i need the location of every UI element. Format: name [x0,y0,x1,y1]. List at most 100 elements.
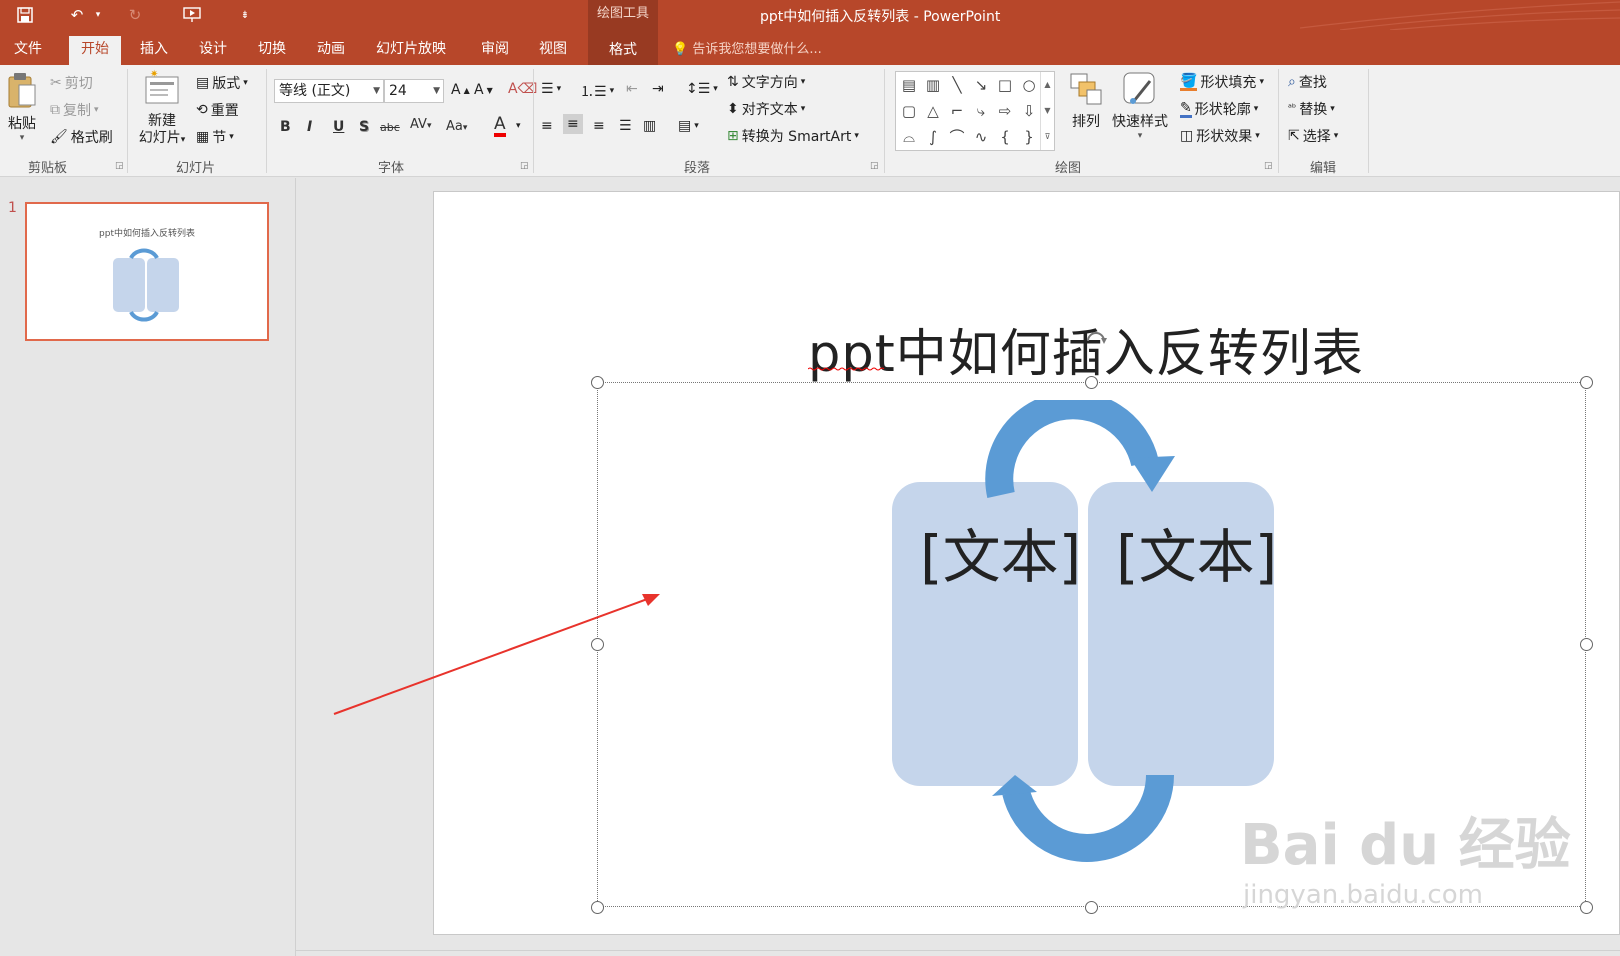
arrow-line-shape-icon[interactable]: ↘ [970,74,992,96]
convert-smartart-button[interactable]: ⊞ 转换为 SmartArt ▾ [727,126,859,146]
resize-handle-bottom[interactable] [1085,901,1098,914]
undo-icon[interactable]: ↶ [66,4,88,26]
cut-button[interactable]: ✂ 剪切 [50,73,93,93]
tab-slideshow[interactable]: 幻灯片放映 [364,36,458,65]
font-name-combo[interactable]: 等线 (正文) ▼ [274,79,384,103]
quick-styles-dropdown-icon[interactable]: ▾ [1108,131,1172,141]
tab-view[interactable]: 视图 [527,36,579,65]
decrease-indent-icon[interactable]: ⇤ [626,81,638,97]
columns-icon[interactable]: ▤ ▾ [678,118,699,134]
shadow-button[interactable]: S [359,119,369,135]
shape-fill-button[interactable]: 🪣 形状填充 ▾ [1180,72,1264,92]
find-button[interactable]: ⌕ 查找 [1288,72,1327,92]
text-direction-button[interactable]: ⇅ 文字方向 ▾ [727,72,805,92]
align-center-icon[interactable]: ≡ [563,114,583,134]
select-button[interactable]: ⇱ 选择 ▾ [1288,126,1338,146]
start-slideshow-icon[interactable] [180,4,204,26]
undo-dropdown-icon[interactable]: ▾ [92,4,104,26]
copy-button[interactable]: ⧉ 复制 ▾ [50,100,99,120]
right-brace-shape-icon[interactable]: } [1018,126,1040,148]
rotate-handle-icon[interactable] [1081,326,1111,352]
decrease-font-icon[interactable]: A ▼ [474,82,493,98]
tab-transitions[interactable]: 切换 [246,36,298,65]
freeform-shape-icon[interactable]: ⌓ [898,126,920,148]
resize-handle-top[interactable] [1085,376,1098,389]
resize-handle-top-right[interactable] [1580,376,1593,389]
left-brace-shape-icon[interactable]: { [994,126,1016,148]
new-slide-dropdown-icon[interactable]: ▾ [181,135,186,145]
tab-file[interactable]: 文件 [2,36,54,65]
layout-button[interactable]: ▤ 版式 ▾ [196,73,248,93]
copy-dropdown-icon[interactable]: ▾ [94,105,99,115]
font-size-combo[interactable]: 24 ▼ [384,79,444,103]
format-painter-button[interactable]: 🖌 格式刷 [50,127,113,147]
customize-qat-icon[interactable]: ⇟ [238,4,252,26]
resize-handle-bottom-right[interactable] [1580,901,1593,914]
save-icon[interactable] [14,4,36,26]
distributed-icon[interactable]: ▥ [643,118,656,134]
oval-shape-icon[interactable]: ○ [1018,74,1040,96]
triangle-shape-icon[interactable]: △ [922,100,944,122]
curve-shape-icon[interactable]: ∿ [970,126,992,148]
quick-styles-button[interactable]: 快速样式 ▾ [1108,71,1172,141]
left-card-text[interactable]: [文本] [920,510,1081,594]
elbow-connector-shape-icon[interactable]: ⌐ [946,100,968,122]
increase-font-icon[interactable]: A ▲ [451,82,470,98]
font-color-icon[interactable]: A [494,115,506,137]
chevron-down-icon[interactable]: ▼ [433,80,440,102]
font-color-dropdown-icon[interactable]: ▾ [516,121,521,131]
drawing-launcher-icon[interactable]: ◲ [1264,161,1273,171]
font-launcher-icon[interactable]: ◲ [520,161,529,171]
top-circular-arrow[interactable] [985,400,1175,499]
bullets-icon[interactable]: ☰ ▾ [541,81,561,97]
numbering-icon[interactable]: ⒈☰ ▾ [580,81,614,101]
shape-outline-button[interactable]: ✎ 形状轮廓 ▾ [1180,99,1258,119]
character-spacing-button[interactable]: AV▾ [410,117,432,132]
line-spacing-icon[interactable]: ↕☰ ▾ [686,81,718,97]
shape-effects-button[interactable]: ◫ 形状效果 ▾ [1180,126,1260,146]
tab-home[interactable]: 开始 [69,36,121,65]
paragraph-launcher-icon[interactable]: ◲ [870,161,879,171]
underline-button[interactable]: U [333,119,344,135]
clipboard-launcher-icon[interactable]: ◲ [115,161,124,171]
strikethrough-button[interactable]: abc [380,121,400,134]
align-left-icon[interactable]: ≡ [541,118,553,134]
new-slide-button[interactable]: ✷ 新建 幻灯片▾ [133,69,191,149]
paste-dropdown-icon[interactable]: ▾ [5,133,39,143]
tab-design[interactable]: 设计 [187,36,239,65]
slide-thumbnail[interactable]: ppt中如何插入反转列表 [25,202,269,341]
right-arrow-shape-icon[interactable]: ⇨ [994,100,1016,122]
resize-handle-top-left[interactable] [591,376,604,389]
arrange-button[interactable]: 排列 [1064,71,1108,131]
align-right-icon[interactable]: ≡ [593,118,605,134]
replace-button[interactable]: ᵃᵇ 替换 ▾ [1288,99,1335,119]
increase-indent-icon[interactable]: ⇥ [652,81,664,97]
vertical-textbox-shape-icon[interactable]: ▥ [922,74,944,96]
justify-icon[interactable]: ☰ [619,118,632,134]
resize-handle-bottom-left[interactable] [591,901,604,914]
tab-insert[interactable]: 插入 [128,36,180,65]
tab-format[interactable]: 格式 [588,30,658,65]
rounded-rect-shape-icon[interactable]: ▢ [898,100,920,122]
shape-gallery[interactable]: ▤ ▥ ╲ ↘ □ ○ ▢ △ ⌐ ⤷ ⇨ ⇩ ⌓ ∫ ⌒ ∿ { } ▲ ▼ ⊽ [895,71,1055,151]
arc-shape-icon[interactable]: ⌒ [946,126,968,148]
resize-handle-right[interactable] [1580,638,1593,651]
textbox-shape-icon[interactable]: ▤ [898,74,920,96]
paste-button[interactable]: 粘贴 ▾ [5,71,39,143]
italic-button[interactable]: I [307,119,312,135]
tell-me-box[interactable]: 💡 告诉我您想要做什么... [672,38,822,57]
elbow-arrow-shape-icon[interactable]: ⤷ [970,100,992,122]
rectangle-shape-icon[interactable]: □ [994,74,1016,96]
right-card-text[interactable]: [文本] [1116,510,1277,594]
scribble-shape-icon[interactable]: ∫ [922,126,944,148]
align-text-button[interactable]: ⬍ 对齐文本 ▾ [727,99,805,119]
chevron-down-icon[interactable]: ▼ [373,80,380,102]
tab-animations[interactable]: 动画 [305,36,357,65]
down-arrow-shape-icon[interactable]: ⇩ [1018,100,1040,122]
change-case-button[interactable]: Aa▾ [446,119,467,134]
gallery-scroll[interactable]: ▲ ▼ ⊽ [1040,72,1054,150]
section-button[interactable]: ▦ 节 ▾ [196,127,234,147]
line-shape-icon[interactable]: ╲ [946,74,968,96]
bold-button[interactable]: B [280,119,291,135]
tab-review[interactable]: 审阅 [469,36,521,65]
